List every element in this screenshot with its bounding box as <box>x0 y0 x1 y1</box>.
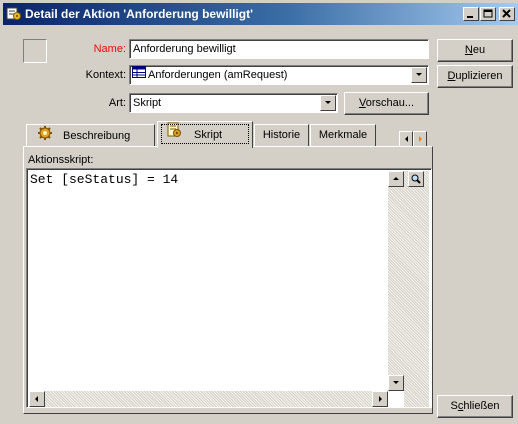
tab-scroll-right[interactable] <box>413 131 427 147</box>
chevron-down-icon[interactable] <box>411 67 427 83</box>
scroll-down-button[interactable] <box>388 375 404 391</box>
window: Detail der Aktion 'Anforderung bewilligt… <box>0 0 518 424</box>
tab-merkmale[interactable]: Merkmale <box>310 124 376 146</box>
scroll-left-button[interactable] <box>29 391 45 407</box>
art-label: Art: <box>108 97 126 109</box>
gear-icon <box>37 125 53 148</box>
duplicate-button[interactable]: Duplizieren <box>437 65 513 88</box>
chevron-right-icon <box>419 136 422 142</box>
scroll-right-button[interactable] <box>372 391 388 407</box>
vertical-scrollbar[interactable] <box>388 171 404 391</box>
title-bar[interactable]: Detail der Aktion 'Anforderung bewilligt… <box>3 3 518 25</box>
scroll-up-button[interactable] <box>388 171 404 187</box>
context-value: Anforderungen (amRequest) <box>148 69 288 81</box>
editor-gutter <box>404 171 429 407</box>
table-icon <box>132 66 146 84</box>
preview-button[interactable]: Vorschau... <box>344 92 429 115</box>
image-placeholder[interactable] <box>23 39 47 63</box>
action-detail-icon <box>6 6 22 22</box>
new-button[interactable]: Neu <box>437 39 513 62</box>
horizontal-scrollbar[interactable] <box>29 391 388 407</box>
window-title: Detail der Aktion 'Anforderung bewilligt… <box>25 7 253 21</box>
close-icon[interactable] <box>499 7 515 21</box>
script-label: Aktionsskript: <box>28 154 94 166</box>
context-label: Kontext: <box>85 69 126 81</box>
tab-label: Beschreibung <box>63 130 131 143</box>
close-button[interactable]: Schließen <box>437 395 513 418</box>
name-label: Name: <box>93 43 126 55</box>
focus-rect <box>161 124 249 144</box>
zoom-button-overlay[interactable] <box>408 171 424 187</box>
chevron-down-icon[interactable] <box>320 95 336 111</box>
tab-scroll-left[interactable] <box>399 131 413 147</box>
tab-skript[interactable]: Skript <box>157 121 253 148</box>
tab-label: Historie <box>262 129 301 141</box>
art-select[interactable]: Skript <box>129 93 338 113</box>
script-editor[interactable]: Set [seStatus] = 14 <box>26 168 432 408</box>
art-value: Skript <box>133 97 162 109</box>
minimize-icon[interactable] <box>463 7 479 21</box>
tab-beschreibung[interactable]: Beschreibung <box>26 124 155 146</box>
magnifier-icon <box>411 174 421 184</box>
script-code[interactable]: Set [seStatus] = 14 <box>30 172 178 187</box>
maximize-icon[interactable] <box>480 7 496 21</box>
context-select[interactable]: Anforderungen (amRequest) <box>129 65 429 85</box>
tab-label: Merkmale <box>318 129 368 141</box>
name-field[interactable]: Anforderung bewilligt <box>129 39 429 59</box>
tab-historie[interactable]: Historie <box>254 124 309 146</box>
